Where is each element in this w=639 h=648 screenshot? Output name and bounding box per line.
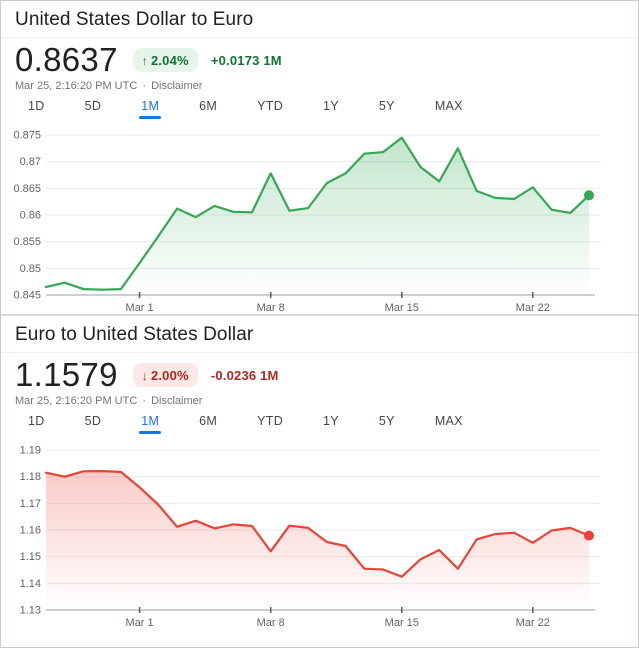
tab-5y[interactable]: 5Y xyxy=(379,99,395,119)
separator-dot: · xyxy=(142,80,146,92)
tab-5d[interactable]: 5D xyxy=(85,99,102,119)
price-section: 0.8637 ↑ 2.04% +0.0173 1M xyxy=(1,38,638,77)
svg-text:1.15: 1.15 xyxy=(20,551,41,563)
svg-text:0.845: 0.845 xyxy=(13,290,41,302)
tab-6m[interactable]: 6M xyxy=(199,99,217,119)
tab-ytd[interactable]: YTD xyxy=(257,99,283,119)
disclaimer-link[interactable]: Disclaimer xyxy=(151,80,202,92)
usd-eur-chart[interactable]: 0.845 0.85 0.855 0.86 0.865 0.87 0.875 Mar 1 Mar… xyxy=(1,119,633,314)
svg-text:Mar 22: Mar 22 xyxy=(516,302,550,314)
svg-text:0.855: 0.855 xyxy=(13,236,41,248)
svg-text:Mar 1: Mar 1 xyxy=(126,617,154,629)
svg-text:Mar 8: Mar 8 xyxy=(257,302,285,314)
eur-usd-card: Euro to United States Dollar 1.1579 ↓ 2.… xyxy=(1,316,638,629)
svg-text:0.86: 0.86 xyxy=(20,210,41,222)
svg-text:1.14: 1.14 xyxy=(20,578,41,590)
tab-5d[interactable]: 5D xyxy=(85,414,102,434)
timestamp-text: Mar 25, 2:16:20 PM UTC xyxy=(15,395,137,407)
disclaimer-link[interactable]: Disclaimer xyxy=(151,395,202,407)
svg-text:1.16: 1.16 xyxy=(20,525,41,537)
svg-text:0.865: 0.865 xyxy=(13,183,41,195)
change-percent-badge: ↑ 2.04% xyxy=(133,48,198,72)
range-tabs: 1D 5D 1M 6M YTD 1Y 5Y MAX xyxy=(1,92,638,119)
svg-text:0.85: 0.85 xyxy=(20,263,41,275)
page-title: United States Dollar to Euro xyxy=(1,1,638,38)
tab-max[interactable]: MAX xyxy=(435,414,463,434)
change-absolute: -0.0236 1M xyxy=(211,368,279,383)
timestamp-row: Mar 25, 2:16:20 PM UTC · Disclaimer xyxy=(1,77,638,92)
change-percent: 2.00% xyxy=(151,368,189,383)
change-percent-badge: ↓ 2.00% xyxy=(133,363,198,387)
svg-text:Mar 15: Mar 15 xyxy=(385,302,419,314)
down-arrow-icon: ↓ xyxy=(142,369,148,383)
tab-1y[interactable]: 1Y xyxy=(323,99,339,119)
timestamp-row: Mar 25, 2:16:20 PM UTC · Disclaimer xyxy=(1,392,638,407)
svg-text:0.875: 0.875 xyxy=(13,130,41,142)
up-arrow-icon: ↑ xyxy=(142,54,148,68)
tab-1m[interactable]: 1M xyxy=(141,99,159,119)
tab-max[interactable]: MAX xyxy=(435,99,463,119)
tab-5y[interactable]: 5Y xyxy=(379,414,395,434)
change-percent: 2.04% xyxy=(151,53,189,68)
svg-text:1.18: 1.18 xyxy=(20,471,41,483)
svg-text:1.19: 1.19 xyxy=(20,445,41,457)
svg-text:1.13: 1.13 xyxy=(20,605,41,617)
tab-6m[interactable]: 6M xyxy=(199,414,217,434)
price-section: 1.1579 ↓ 2.00% -0.0236 1M xyxy=(1,353,638,392)
svg-text:Mar 8: Mar 8 xyxy=(257,617,285,629)
price-value: 0.8637 xyxy=(15,43,118,77)
page-title: Euro to United States Dollar xyxy=(1,316,638,353)
tab-1m[interactable]: 1M xyxy=(141,414,159,434)
finance-widget: United States Dollar to Euro 0.8637 ↑ 2.… xyxy=(0,0,639,648)
tab-1y[interactable]: 1Y xyxy=(323,414,339,434)
range-tabs: 1D 5D 1M 6M YTD 1Y 5Y MAX xyxy=(1,407,638,434)
svg-text:1.17: 1.17 xyxy=(20,498,41,510)
svg-text:Mar 15: Mar 15 xyxy=(385,617,419,629)
eur-usd-chart[interactable]: 1.13 1.14 1.15 1.16 1.17 1.18 1.19 Mar 1 Mar 8 Ma… xyxy=(1,434,633,629)
tab-1d[interactable]: 1D xyxy=(28,99,45,119)
change-absolute: +0.0173 1M xyxy=(211,53,282,68)
tab-ytd[interactable]: YTD xyxy=(257,414,283,434)
timestamp-text: Mar 25, 2:16:20 PM UTC xyxy=(15,80,137,92)
tab-1d[interactable]: 1D xyxy=(28,414,45,434)
svg-text:Mar 1: Mar 1 xyxy=(126,302,154,314)
usd-eur-card: United States Dollar to Euro 0.8637 ↑ 2.… xyxy=(1,1,638,316)
price-value: 1.1579 xyxy=(15,358,118,392)
svg-text:Mar 22: Mar 22 xyxy=(516,617,550,629)
svg-text:0.87: 0.87 xyxy=(20,156,41,168)
separator-dot: · xyxy=(142,395,146,407)
